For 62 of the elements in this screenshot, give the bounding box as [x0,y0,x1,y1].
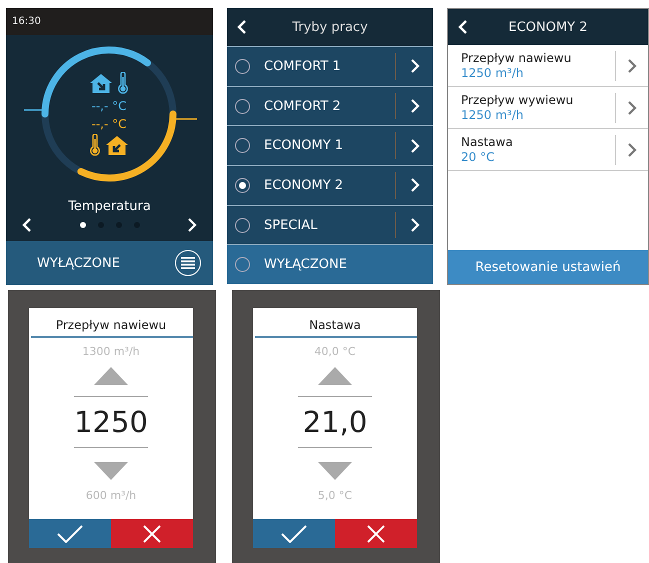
mode-name: ECONOMY 1 [264,138,344,154]
maximum-value: 40,0 °C [314,345,356,359]
radio-button[interactable] [235,58,250,74]
editor-title: Nastawa [309,317,361,333]
mode-name: SPECIAL [264,218,318,233]
mode-label[interactable]: WYŁĄCZONE [37,256,120,270]
screen-title: Tryby pracy [292,20,368,34]
mode-name: COMFORT 1 [264,58,342,74]
editor-title: Przepływ nawiewu [56,317,166,333]
menu-button[interactable] [175,250,201,276]
cancel-button[interactable] [335,519,417,548]
setting-value: 1250 m³/h [461,66,525,80]
confirm-button[interactable] [29,519,111,548]
mode-name: ECONOMY 2 [264,178,344,193]
house-icon [105,135,129,156]
setting-item[interactable]: Przepływ nawiewu 1250 m³/h [448,45,648,87]
chevron-right-icon[interactable] [627,100,637,116]
pager-dot[interactable] [80,222,86,228]
thermometer-icon [89,134,101,156]
cancel-button[interactable] [111,519,193,548]
page-title: Temperatura [68,199,151,214]
reset-button[interactable]: Resetowanie ustawień [448,250,648,284]
menu-icon [181,257,195,269]
minimum-value: 600 m³/h [86,489,136,503]
back-icon[interactable] [458,19,468,35]
maximum-value: 1300 m³/h [82,345,140,359]
radio-button[interactable] [235,178,250,193]
mode-name: WYŁĄCZONE [264,257,348,272]
supply-temperature: --,- °C [92,98,126,115]
clock: 16:30 [12,16,41,27]
thermometer-icon [117,72,129,94]
extract-temperature: --,- °C [92,116,126,133]
setting-item[interactable]: Nastawa 20 °C [448,129,648,171]
check-icon [57,524,83,542]
current-value: 1250 [74,404,148,441]
confirm-button[interactable] [253,519,335,548]
radio-button[interactable] [235,138,250,154]
setting-label: Nastawa [461,135,514,149]
house-icon [89,73,113,94]
setting-label: Przepływ nawiewu [461,51,572,65]
close-icon [367,524,385,542]
setting-value: 20 °C [461,150,496,164]
current-value: 21,0 [302,404,368,441]
chevron-right-icon[interactable] [627,142,637,158]
mode-item[interactable]: SPECIAL [227,204,433,244]
mode-item[interactable]: WYŁĄCZONE [227,244,433,284]
radio-button[interactable] [235,98,250,114]
check-icon [281,524,307,542]
radio-button[interactable] [235,257,250,272]
minimum-value: 5,0 °C [318,489,352,503]
setting-item[interactable]: Przepływ wywiewu 1250 m³/h [448,87,648,129]
chevron-right-icon[interactable] [627,58,637,74]
screen-title: ECONOMY 2 [508,20,588,34]
close-icon [143,524,161,542]
radio-button[interactable] [235,218,250,233]
mode-name: COMFORT 2 [264,98,342,114]
extract-marker [176,118,197,120]
setting-label: Przepływ wywiewu [461,93,574,107]
setting-value: 1250 m³/h [461,108,525,122]
mode-item[interactable]: COMFORT 2 [227,86,433,126]
supply-marker [24,109,42,111]
back-icon[interactable] [237,19,247,35]
